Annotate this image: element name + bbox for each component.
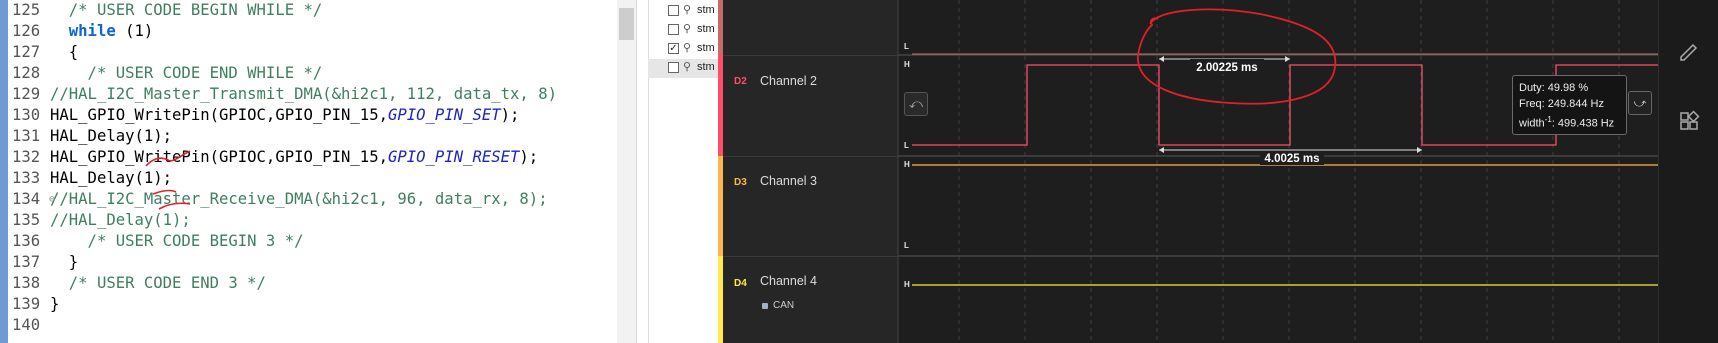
pen-icon[interactable] [1678, 40, 1700, 67]
hand-drawn-circle-annotation [1137, 8, 1337, 105]
measurement-tooltip: Duty: 49.98 % Freq: 249.844 Hz width-1: … [1512, 75, 1627, 135]
ch3-level-high: H [904, 160, 910, 169]
tooltip-width: width-1: 499.438 Hz [1519, 115, 1615, 130]
ch2-level-low: L [904, 141, 909, 150]
width-measure-label: 2.00225 ms [1196, 62, 1257, 74]
ch3-level-low: L [904, 241, 909, 250]
waveform-canvas[interactable]: L H L H L H 2.00225 ms 4.0025 ms [0, 0, 1718, 343]
tooltip-freq: Freq: 249.844 Hz [1519, 98, 1604, 110]
ch2-level-high: H [904, 60, 910, 69]
layout-grid-icon[interactable] [1678, 110, 1700, 137]
tooltip-duty: Duty: 49.98 % [1519, 82, 1589, 94]
ch1-level-low: L [904, 42, 909, 51]
period-measure-label: 4.0025 ms [1265, 153, 1320, 165]
time-grid [958, 0, 1620, 343]
measure-mode-button[interactable]: ⤻ [1628, 91, 1652, 115]
ch4-level-high: H [904, 280, 910, 289]
